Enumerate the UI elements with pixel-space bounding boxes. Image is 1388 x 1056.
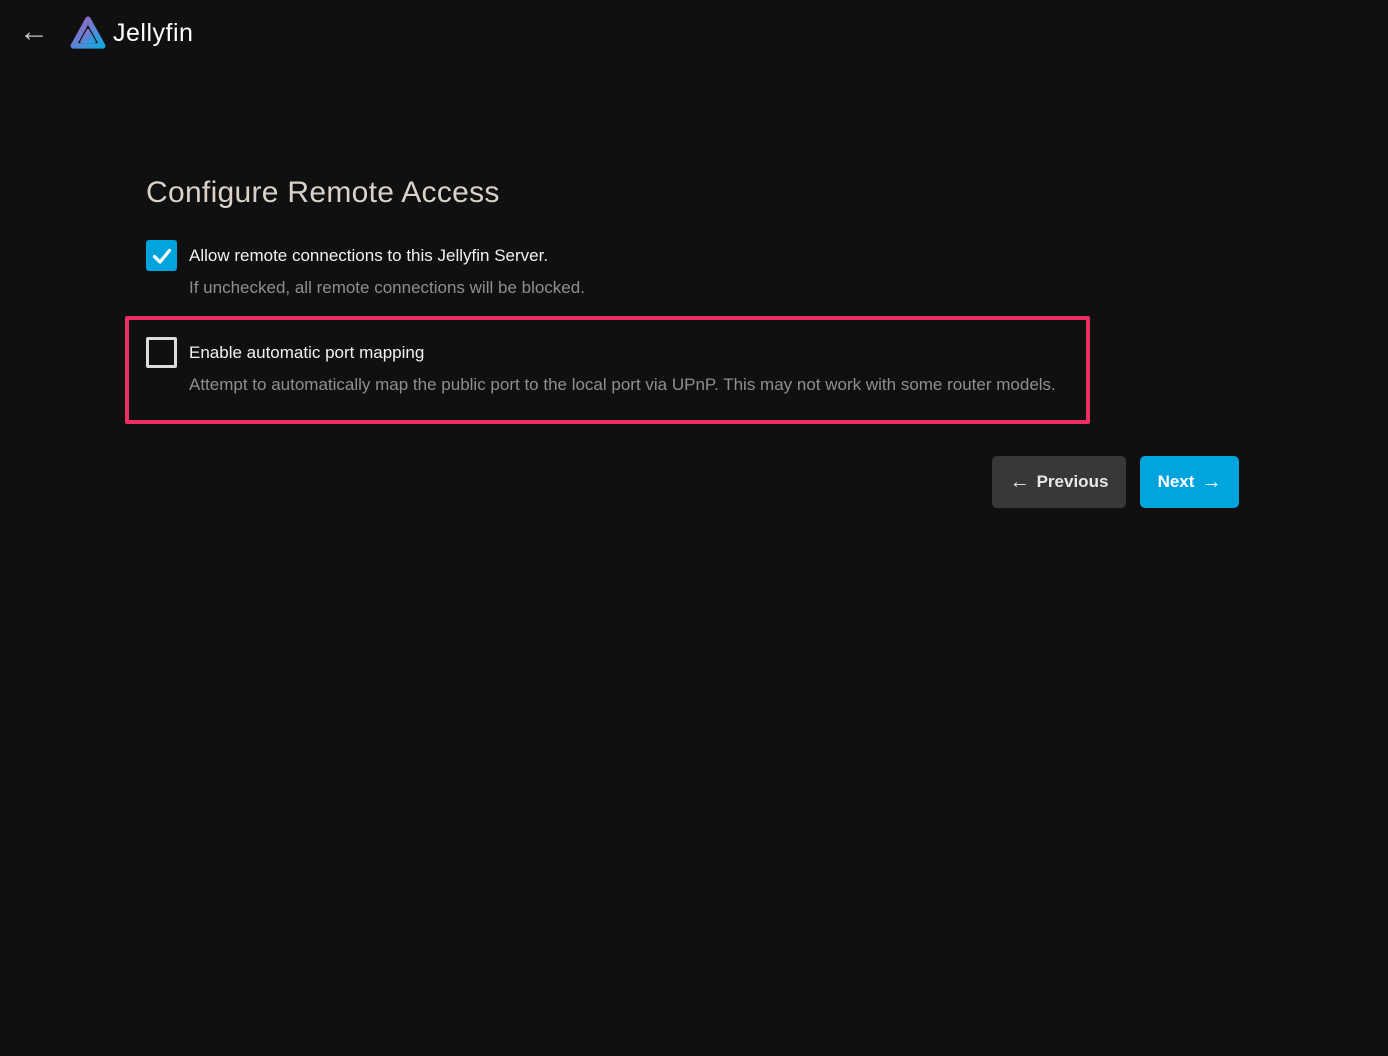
arrow-back-icon: ← — [19, 17, 49, 47]
previous-button-label: Previous — [1037, 472, 1109, 492]
arrow-left-icon: ← — [1010, 472, 1030, 492]
setup-wizard-page: ← Jellyfin Configure Remote Access Allow… — [0, 0, 1388, 1056]
next-button-label: Next — [1158, 472, 1195, 492]
next-button[interactable]: Next → — [1140, 456, 1239, 508]
back-button[interactable]: ← — [14, 12, 54, 52]
app-title: Jellyfin — [113, 19, 193, 48]
wizard-nav-buttons: ← Previous Next → — [992, 456, 1239, 508]
allow-remote-connections-description: If unchecked, all remote connections wil… — [189, 278, 585, 298]
automatic-port-mapping-checkbox[interactable] — [146, 337, 177, 368]
automatic-port-mapping-label[interactable]: Enable automatic port mapping — [189, 343, 424, 363]
arrow-right-icon: → — [1201, 472, 1221, 492]
allow-remote-connections-checkbox[interactable] — [146, 240, 177, 271]
checkmark-icon — [150, 244, 174, 268]
jellyfin-logo-icon — [66, 10, 110, 56]
automatic-port-mapping-description: Attempt to automatically map the public … — [189, 375, 1056, 395]
previous-button[interactable]: ← Previous — [992, 456, 1126, 508]
option-automatic-port-mapping: Enable automatic port mapping Attempt to… — [146, 337, 1056, 395]
allow-remote-connections-label[interactable]: Allow remote connections to this Jellyfi… — [189, 246, 548, 266]
option-allow-remote-connections: Allow remote connections to this Jellyfi… — [146, 240, 585, 298]
page-title: Configure Remote Access — [146, 176, 500, 210]
